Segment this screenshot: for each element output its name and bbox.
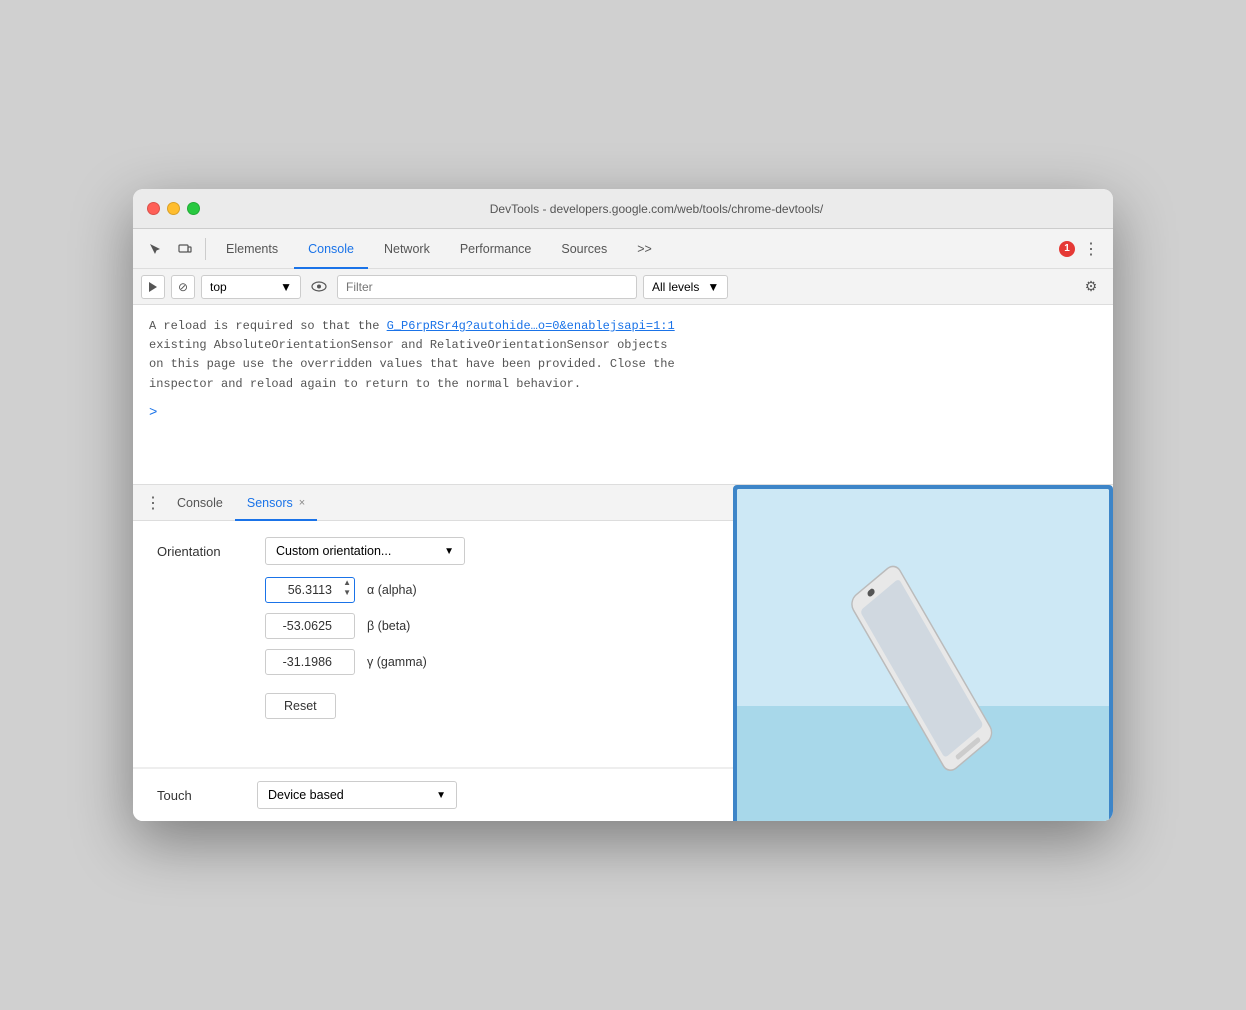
minimize-button[interactable] — [167, 202, 180, 215]
alpha-decrement-button[interactable]: ▼ — [341, 588, 353, 598]
levels-chevron-icon: ▼ — [707, 280, 719, 294]
console-prompt[interactable]: > — [149, 402, 1097, 424]
message-text-3: on this page use the overridden values t… — [149, 357, 675, 371]
settings-button[interactable]: ⚙ — [1077, 273, 1105, 301]
orientation-label: Orientation — [157, 544, 257, 559]
title-bar: DevTools - developers.google.com/web/too… — [133, 189, 1113, 229]
eye-button[interactable] — [307, 275, 331, 299]
filter-input[interactable] — [337, 275, 637, 299]
message-text-1: A reload is required so that the — [149, 319, 379, 333]
console-message-block: A reload is required so that the G_P6rpR… — [149, 317, 1097, 394]
message-text-2: existing AbsoluteOrientationSensor and R… — [149, 338, 667, 352]
beta-input-wrap — [265, 613, 355, 639]
beta-input[interactable] — [265, 613, 355, 639]
devtools-window: DevTools - developers.google.com/web/too… — [133, 189, 1113, 821]
traffic-lights — [147, 202, 200, 215]
context-value: top — [210, 280, 227, 294]
context-selector[interactable]: top ▼ — [201, 275, 301, 299]
block-icon: ⊘ — [178, 280, 188, 294]
bottom-panel: ⋮ Console Sensors × × — [133, 485, 1113, 821]
tab-elements[interactable]: Elements — [212, 229, 292, 269]
sensors-tab-label: Sensors — [247, 496, 293, 510]
gamma-input[interactable] — [265, 649, 355, 675]
tab-more-button[interactable]: >> — [623, 229, 666, 269]
gamma-input-wrap — [265, 649, 355, 675]
chevron-down-icon: ▼ — [280, 280, 292, 294]
tab-console[interactable]: Console — [294, 229, 368, 269]
toolbar-separator-1 — [205, 238, 206, 260]
message-text-4: inspector and reload again to return to … — [149, 377, 581, 391]
sensors-panel: Orientation Custom orientation... ▼ ▲ ▼ — [133, 521, 1113, 767]
close-button[interactable] — [147, 202, 160, 215]
tab-sensors[interactable]: Sensors × — [235, 485, 317, 521]
beta-label: β (beta) — [367, 619, 447, 633]
tab-network[interactable]: Network — [370, 229, 444, 269]
tab-sources[interactable]: Sources — [547, 229, 621, 269]
cursor-icon-button[interactable] — [141, 235, 169, 263]
preview-inner — [737, 489, 1109, 821]
orientation-preview — [733, 485, 1113, 821]
levels-label: All levels — [652, 280, 699, 294]
tab-console-bottom[interactable]: Console — [165, 485, 235, 521]
maximize-button[interactable] — [187, 202, 200, 215]
alpha-increment-button[interactable]: ▲ — [341, 578, 353, 588]
orientation-dropdown[interactable]: Custom orientation... ▼ — [265, 537, 465, 565]
touch-dropdown-arrow: ▼ — [436, 790, 446, 801]
prompt-symbol: > — [149, 405, 157, 421]
responsive-icon-button[interactable] — [171, 235, 199, 263]
touch-label: Touch — [157, 788, 257, 803]
orientation-dropdown-arrow: ▼ — [444, 546, 454, 557]
alpha-input-wrap: ▲ ▼ — [265, 577, 355, 603]
window-title: DevTools - developers.google.com/web/too… — [214, 202, 1099, 216]
touch-dropdown[interactable]: Device based ▼ — [257, 781, 457, 809]
touch-dropdown-value: Device based — [268, 788, 344, 802]
console-output-area: A reload is required so that the G_P6rpR… — [133, 305, 1113, 485]
secondary-toolbar: ⊘ top ▼ All levels ▼ ⚙ — [133, 269, 1113, 305]
reset-button[interactable]: Reset — [265, 693, 336, 719]
panel-more-button[interactable]: ⋮ — [141, 491, 165, 515]
error-count[interactable]: 1 — [1059, 241, 1075, 257]
block-requests-button[interactable]: ⊘ — [171, 275, 195, 299]
console-link[interactable]: G_P6rpRSr4g?autohide…o=0&enablejsapi=1:1 — [387, 319, 675, 333]
gamma-label: γ (gamma) — [367, 655, 447, 669]
log-levels-select[interactable]: All levels ▼ — [643, 275, 728, 299]
sensors-tab-close[interactable]: × — [299, 497, 305, 509]
main-toolbar: Elements Console Network Performance Sou… — [133, 229, 1113, 269]
run-script-button[interactable] — [141, 275, 165, 299]
more-options-button[interactable]: ⋮ — [1077, 235, 1105, 263]
alpha-label: α (alpha) — [367, 583, 447, 597]
error-badge: 1 — [1059, 241, 1075, 257]
console-tab-label: Console — [177, 496, 223, 510]
orientation-dropdown-value: Custom orientation... — [276, 544, 391, 558]
alpha-spinner: ▲ ▼ — [341, 578, 353, 602]
tab-performance[interactable]: Performance — [446, 229, 546, 269]
